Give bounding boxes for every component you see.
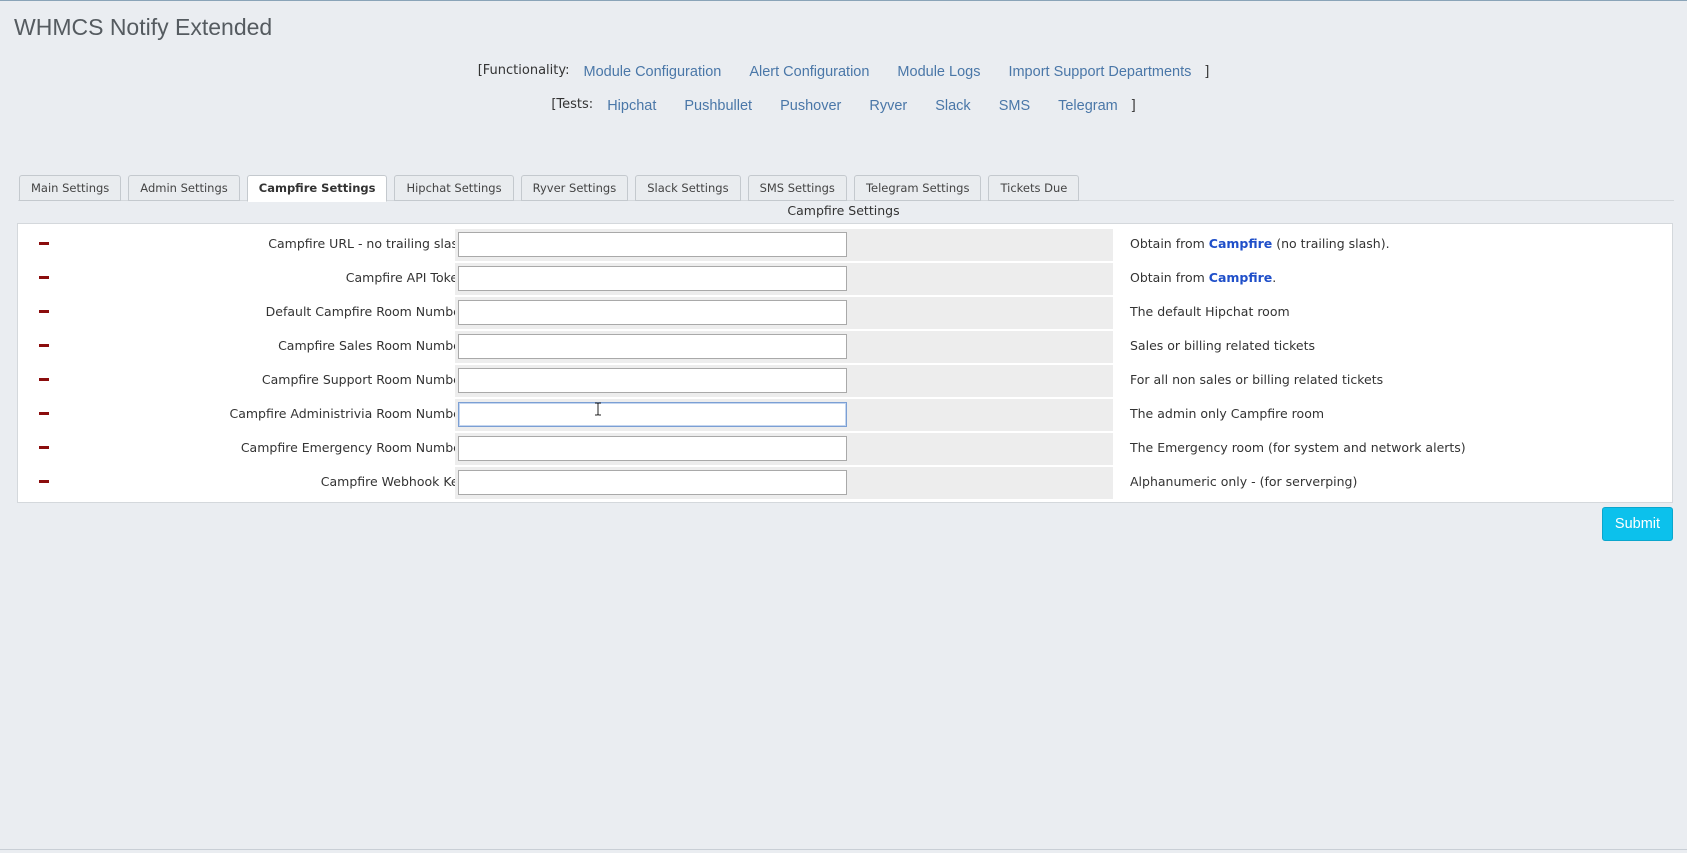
- setting-label: Campfire Support Room Number: [261, 372, 466, 387]
- setting-help: The admin only Campfire room: [1130, 406, 1325, 421]
- setting-help: The default Hipchat room: [1130, 304, 1290, 319]
- campfire-api-token-field[interactable]: [458, 266, 847, 291]
- setting-help: Alphanumeric only - (for serverping): [1130, 474, 1358, 489]
- setting-help: Obtain from Campfire (no trailing slash)…: [1130, 229, 1390, 259]
- link-test-telegram[interactable]: Telegram: [1058, 98, 1118, 114]
- setting-row: Campfire URL - no trailing slash Obtain …: [18, 229, 1672, 261]
- functionality-nav: [Functionality: Module Configuration Ale…: [0, 62, 1687, 80]
- minus-icon[interactable]: [39, 344, 49, 347]
- tab-ryver-settings[interactable]: Ryver Settings: [520, 175, 629, 201]
- page-title: WHMCS Notify Extended: [14, 14, 273, 40]
- help-text-suffix: (no trailing slash).: [1272, 236, 1390, 251]
- functionality-prefix: [Functionality:: [477, 62, 570, 78]
- help-text: Obtain from: [1130, 270, 1209, 285]
- text-cursor-icon: [595, 402, 601, 416]
- help-text-suffix: .: [1272, 270, 1277, 285]
- campfire-url-field[interactable]: [458, 232, 847, 257]
- functionality-suffix: ]: [1205, 62, 1210, 78]
- sales-room-number-field[interactable]: [458, 334, 847, 359]
- tests-prefix: [Tests:: [551, 96, 594, 112]
- default-room-number-field[interactable]: [458, 300, 847, 325]
- settings-panel: Campfire URL - no trailing slash Obtain …: [17, 223, 1673, 503]
- link-test-hipchat[interactable]: Hipchat: [607, 98, 656, 114]
- section-title: Campfire Settings: [787, 203, 900, 218]
- tab-main-settings[interactable]: Main Settings: [19, 175, 122, 201]
- tests-nav: [Tests: Hipchat Pushbullet Pushover Ryve…: [0, 96, 1687, 114]
- setting-row: Default Campfire Room Number The default…: [18, 297, 1672, 329]
- setting-help: For all non sales or billing related tic…: [1130, 372, 1384, 387]
- administrivia-room-number-field[interactable]: [458, 402, 847, 427]
- tab-slack-settings[interactable]: Slack Settings: [635, 175, 741, 201]
- setting-row: Campfire Webhook Key Alphanumeric only -…: [18, 467, 1672, 499]
- tab-campfire-settings[interactable]: Campfire Settings: [246, 175, 388, 202]
- setting-row: Campfire Administrivia Room Number The a…: [18, 399, 1672, 431]
- minus-icon[interactable]: [39, 480, 49, 483]
- minus-icon[interactable]: [39, 276, 49, 279]
- tests-suffix: ]: [1131, 96, 1136, 112]
- setting-label: Default Campfire Room Number: [265, 304, 466, 319]
- tab-hipchat-settings[interactable]: Hipchat Settings: [394, 175, 514, 201]
- setting-row: Campfire API Token Obtain from Campfire.: [18, 263, 1672, 295]
- setting-label: Campfire Webhook Key: [320, 474, 466, 489]
- top-border: [0, 0, 1687, 1]
- webhook-key-field[interactable]: [458, 470, 847, 495]
- minus-icon[interactable]: [39, 412, 49, 415]
- campfire-link[interactable]: Campfire: [1209, 270, 1273, 285]
- tab-telegram-settings[interactable]: Telegram Settings: [853, 175, 982, 201]
- help-text: Obtain from: [1130, 236, 1209, 251]
- link-import-support-departments[interactable]: Import Support Departments: [1008, 64, 1191, 80]
- setting-row: Campfire Sales Room Number Sales or bill…: [18, 331, 1672, 363]
- submit-button[interactable]: Submit: [1602, 507, 1673, 541]
- setting-row: Campfire Emergency Room Number The Emerg…: [18, 433, 1672, 465]
- link-alert-configuration[interactable]: Alert Configuration: [749, 64, 869, 80]
- link-test-pushover[interactable]: Pushover: [780, 98, 841, 114]
- setting-label: Campfire Administrivia Room Number: [229, 406, 466, 421]
- campfire-link[interactable]: Campfire: [1209, 236, 1273, 251]
- support-room-number-field[interactable]: [458, 368, 847, 393]
- link-test-sms[interactable]: SMS: [999, 98, 1030, 114]
- setting-help: Obtain from Campfire.: [1130, 263, 1276, 293]
- minus-icon[interactable]: [39, 242, 49, 245]
- setting-label: Campfire URL - no trailing slash: [268, 236, 466, 251]
- setting-help: The Emergency room (for system and netwo…: [1130, 440, 1466, 455]
- minus-icon[interactable]: [39, 378, 49, 381]
- link-test-slack[interactable]: Slack: [935, 98, 970, 114]
- setting-label: Campfire Sales Room Number: [278, 338, 466, 353]
- setting-help: Sales or billing related tickets: [1130, 338, 1315, 353]
- link-test-pushbullet[interactable]: Pushbullet: [684, 98, 752, 114]
- link-test-ryver[interactable]: Ryver: [869, 98, 907, 114]
- minus-icon[interactable]: [39, 446, 49, 449]
- setting-label: Campfire Emergency Room Number: [240, 440, 466, 455]
- setting-label: Campfire API Token: [345, 270, 466, 285]
- link-module-logs[interactable]: Module Logs: [897, 64, 980, 80]
- minus-icon[interactable]: [39, 310, 49, 313]
- settings-tabs: Main Settings Admin Settings Campfire Se…: [19, 175, 1080, 202]
- bottom-border: [0, 849, 1687, 850]
- tab-admin-settings[interactable]: Admin Settings: [128, 175, 240, 201]
- setting-row: Campfire Support Room Number For all non…: [18, 365, 1672, 397]
- emergency-room-number-field[interactable]: [458, 436, 847, 461]
- tab-sms-settings[interactable]: SMS Settings: [747, 175, 847, 201]
- link-module-configuration[interactable]: Module Configuration: [583, 64, 721, 80]
- tab-tickets-due[interactable]: Tickets Due: [988, 175, 1080, 201]
